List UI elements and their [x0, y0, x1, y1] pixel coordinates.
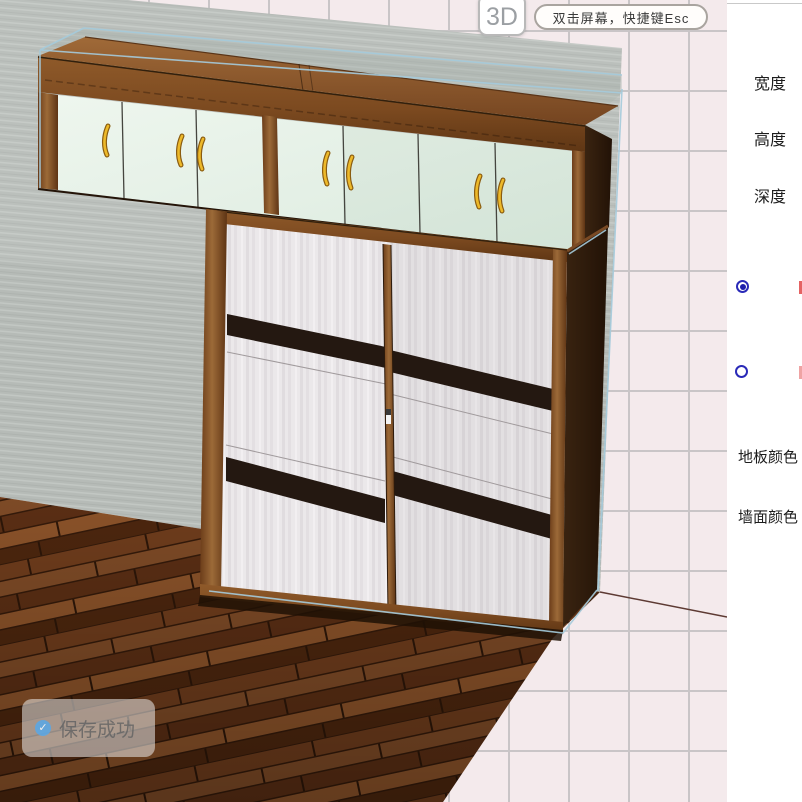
- check-circle-icon: ✓: [35, 720, 51, 736]
- 3d-canvas[interactable]: 3D 双击屏幕，快捷键Esc ✓ 保存成功: [0, 0, 727, 802]
- view-mode-label: 3D: [486, 3, 518, 32]
- width-field-label: 宽度: [754, 70, 786, 94]
- option-radio-unselected[interactable]: [735, 365, 748, 378]
- wardrobe-door-handle: [386, 409, 391, 415]
- save-toast: ✓ 保存成功: [22, 699, 155, 757]
- view-mode-badge[interactable]: 3D: [478, 0, 526, 36]
- panel-divider: [727, 3, 802, 4]
- toast-message: 保存成功: [59, 715, 135, 742]
- upper-cabinet-left-stile: [38, 92, 58, 190]
- hint-text: 双击屏幕，快捷键Esc: [553, 8, 690, 27]
- app-window: 3D 双击屏幕，快捷键Esc ✓ 保存成功 宽度 高度 深度 地板颜色 墙面颜色: [0, 0, 802, 802]
- wall-color-label: 墙面颜色: [738, 506, 798, 527]
- floor-color-label: 地板颜色: [738, 446, 798, 467]
- scene-render: [0, 0, 727, 802]
- upper-cabinet-mullion: [262, 115, 279, 215]
- properties-panel: 宽度 高度 深度 地板颜色 墙面颜色: [727, 0, 802, 802]
- height-field-label: 高度: [754, 126, 786, 150]
- option-radio-selected[interactable]: [736, 280, 749, 293]
- hint-tooltip: 双击屏幕，快捷键Esc: [534, 4, 708, 30]
- upper-cabinet-right-stile: [572, 150, 585, 253]
- depth-field-label: 深度: [754, 183, 786, 207]
